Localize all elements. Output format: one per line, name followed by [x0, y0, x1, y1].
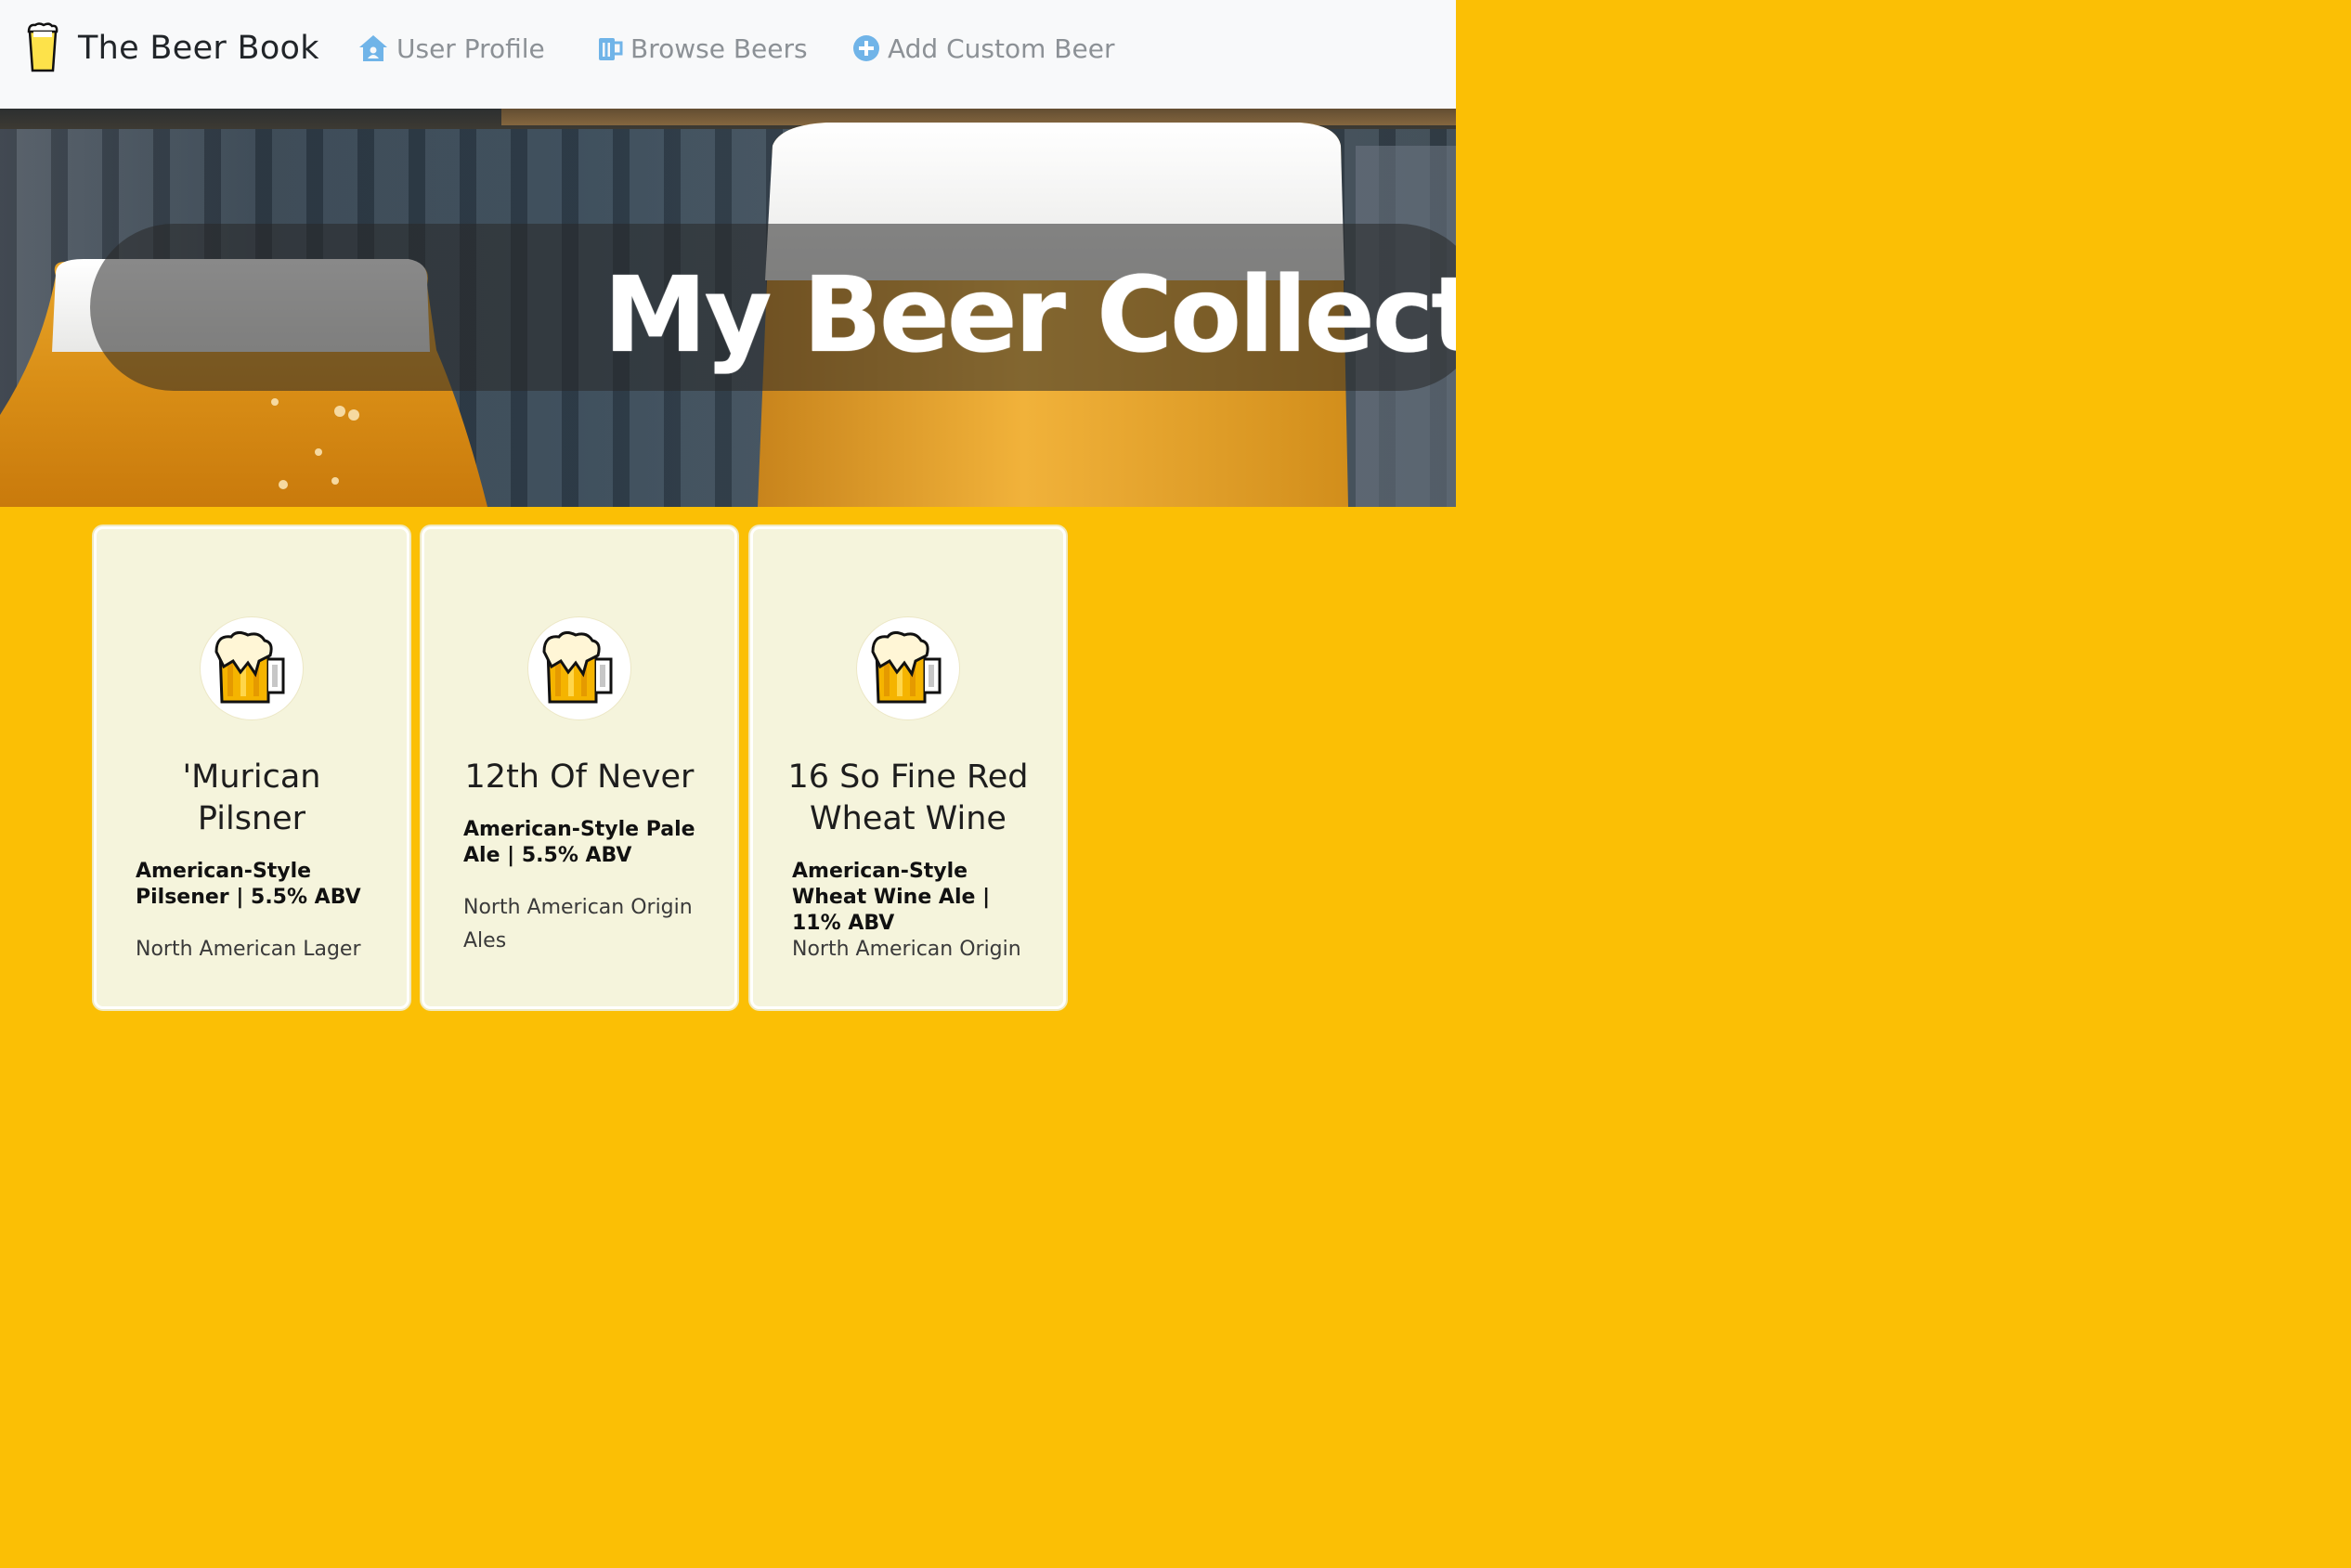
- beer-collection-grid: 'Murican Pilsner American-Style Pilsener…: [0, 507, 1456, 1009]
- beer-name: 16 So Fine Red Wheat Wine: [787, 758, 1029, 837]
- beer-avatar: [528, 617, 630, 719]
- beer-glass-icon: [27, 22, 58, 72]
- beer-avatar: [201, 617, 303, 719]
- beer-card[interactable]: 12th Of Never American-Style Pale Ale | …: [422, 526, 737, 1009]
- plus-circle-icon: [853, 35, 879, 61]
- beer-card[interactable]: 'Murican Pilsner American-Style Pilsener…: [94, 526, 409, 1009]
- home-icon: [359, 35, 387, 61]
- brand-name: The Beer Book: [78, 30, 319, 67]
- navbar: The Beer Book User Profile Browse Beers …: [0, 0, 1456, 109]
- nav-browse-beers-label: Browse Beers: [630, 32, 808, 64]
- beer-origin: North American Lager: [136, 938, 361, 961]
- beer-style-abv: American-Style Pale Ale | 5.5% ABV: [463, 818, 695, 867]
- beer-origin: North American Origin Ales: [463, 896, 693, 952]
- beer-avatar: [857, 617, 959, 719]
- beer-name: 'Murican Pilsner: [182, 758, 321, 837]
- beer-mug-icon: [599, 38, 623, 60]
- beer-style-abv: American-Style Pilsener | 5.5% ABV: [136, 860, 361, 909]
- brand[interactable]: The Beer Book: [26, 20, 319, 76]
- nav-browse-beers[interactable]: Browse Beers: [597, 30, 808, 67]
- nav-add-custom-beer[interactable]: Add Custom Beer: [852, 30, 1114, 67]
- beer-style-abv: American-Style Wheat Wine Ale | 11% ABV: [792, 860, 991, 935]
- nav-user-profile-label: User Profile: [396, 32, 545, 64]
- beer-card[interactable]: 16 So Fine Red Wheat Wine American-Style…: [750, 526, 1066, 1009]
- beer-mug-icon: [871, 630, 942, 704]
- nav-user-profile[interactable]: User Profile: [357, 30, 545, 67]
- beer-name: 12th Of Never: [464, 758, 695, 796]
- hero-title: My Beer Collection: [604, 255, 1456, 376]
- beer-mug-icon: [214, 630, 285, 704]
- nav-add-custom-beer-label: Add Custom Beer: [888, 32, 1115, 64]
- beer-origin: North American Origin: [792, 938, 1021, 961]
- hero-banner: My Beer Collection: [0, 109, 1456, 507]
- beer-mug-icon: [542, 630, 613, 704]
